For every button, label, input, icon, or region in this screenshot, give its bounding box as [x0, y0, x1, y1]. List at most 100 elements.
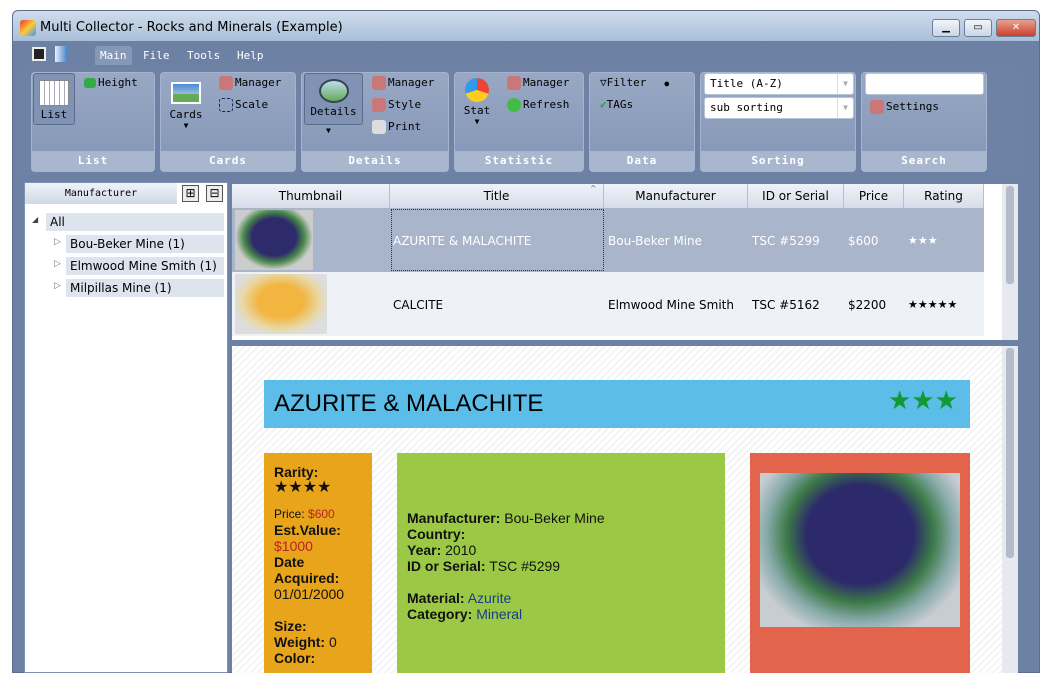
label: Cards — [169, 108, 203, 121]
group-label: Sorting — [701, 151, 855, 171]
scrollbar-thumb[interactable] — [1006, 186, 1014, 284]
sort-primary-select[interactable]: Title (A-Z) ▼ — [704, 73, 854, 95]
weight-value: 0 — [328, 634, 337, 650]
cards-button[interactable]: Cards ▼ — [166, 82, 206, 130]
category-link[interactable]: Mineral — [476, 606, 522, 622]
tree-item[interactable]: Bou-Beker Mine (1) — [66, 235, 224, 253]
magnifier-icon — [318, 79, 349, 103]
expand-arrow-icon[interactable]: ▷ — [54, 281, 61, 291]
scale-button[interactable]: Scale — [219, 98, 268, 112]
column-header-manufacturer[interactable]: Manufacturer — [604, 184, 748, 208]
detail-scrollbar[interactable] — [1002, 346, 1018, 673]
material-link[interactable]: Azurite — [468, 590, 512, 606]
menu-file[interactable]: File — [138, 46, 175, 65]
date-value: 01/01/2000 — [274, 586, 345, 602]
stat-button[interactable]: Stat ▼ — [460, 78, 494, 126]
filter-status-dot: ● — [664, 79, 670, 88]
check-icon: ✔ — [600, 98, 607, 111]
details-manager-button[interactable]: Manager — [372, 76, 434, 90]
close-button[interactable]: ✕ — [996, 19, 1036, 37]
label: Print — [388, 120, 422, 133]
search-settings-button[interactable]: Settings — [870, 100, 939, 114]
cell-rating: ★★★★★ — [908, 298, 958, 311]
print-button[interactable]: Print — [372, 120, 421, 134]
group-label: List — [32, 151, 154, 171]
group-label: Data — [590, 151, 694, 171]
style-button[interactable]: Style — [372, 98, 421, 112]
price-label: Price: — [274, 507, 305, 521]
cell-manufacturer: Elmwood Mine Smith — [608, 298, 734, 312]
label: Refresh — [523, 98, 570, 111]
manufacturer-value: Bou-Beker Mine — [504, 510, 605, 526]
column-header-rating[interactable]: Rating — [904, 184, 984, 208]
cell-title: CALCITE — [393, 298, 444, 312]
id-label: ID or Serial: — [407, 558, 486, 574]
expand-arrow-icon[interactable]: ▷ — [54, 237, 61, 247]
rarity-stars: ★★★★ — [274, 479, 332, 496]
country-label: Country: — [407, 526, 466, 542]
open-icon[interactable] — [55, 46, 67, 62]
cell-id: TSC #5299 — [752, 234, 820, 248]
save-icon[interactable] — [32, 47, 46, 61]
info-box: Manufacturer: Bou-Beker Mine Country: Ye… — [397, 453, 725, 673]
group-by-header[interactable]: Manufacturer — [25, 183, 177, 204]
chevron-down-icon: ▼ — [837, 98, 853, 118]
chevron-down-icon: ▼ — [837, 74, 853, 94]
collapse-all-button[interactable]: ⊟ — [206, 185, 223, 202]
column-header-price[interactable]: Price — [844, 184, 904, 208]
expand-all-button[interactable]: ⊞ — [182, 185, 199, 202]
height-button[interactable]: Height — [84, 76, 138, 89]
list-button[interactable]: List — [33, 73, 75, 125]
grid-icon — [39, 80, 69, 106]
cards-manager-button[interactable]: Manager — [219, 76, 281, 90]
group-label: Details — [302, 151, 448, 171]
id-value: TSC #5299 — [489, 558, 561, 574]
category-tree-panel — [24, 182, 228, 673]
refresh-button[interactable]: Refresh — [507, 98, 569, 112]
tree-item-all[interactable]: All — [46, 213, 224, 231]
details-button[interactable]: Details — [304, 73, 363, 125]
expand-arrow-icon[interactable]: ▷ — [54, 259, 61, 269]
group-label: Statistic — [455, 151, 583, 171]
group-label: Search — [862, 151, 986, 171]
color-label: Color: — [274, 650, 316, 666]
label: Manager — [235, 76, 282, 89]
gear-icon — [870, 100, 884, 114]
detail-title: AZURITE & MALACHITE — [274, 390, 544, 417]
value: Title (A-Z) — [710, 77, 783, 90]
cell-price: $2200 — [848, 298, 887, 312]
menu-help[interactable]: Help — [232, 46, 269, 65]
minimize-button[interactable]: ▁ — [932, 19, 960, 37]
label: Details — [310, 105, 357, 118]
column-header-id[interactable]: ID or Serial — [748, 184, 844, 208]
tree-item[interactable]: Milpillas Mine (1) — [66, 279, 224, 297]
label: Manager — [388, 76, 435, 89]
menu-tools[interactable]: Tools — [182, 46, 225, 65]
menu-main[interactable]: Main — [95, 46, 132, 65]
thumbnail-image — [235, 210, 313, 270]
maximize-button[interactable]: ▭ — [964, 19, 992, 37]
search-input[interactable] — [865, 73, 984, 95]
year-value: 2010 — [445, 542, 477, 558]
sort-secondary-select[interactable]: sub sorting ▼ — [704, 97, 854, 119]
filter-button[interactable]: ▽Filter ● — [600, 76, 669, 89]
thumbnail-image — [235, 274, 327, 334]
tags-button[interactable]: ✔TAGs — [600, 98, 633, 111]
details-dropdown[interactable]: ▼ — [326, 126, 331, 135]
gear-icon — [507, 76, 521, 90]
cell-id: TSC #5162 — [752, 298, 820, 312]
value: sub sorting — [710, 101, 783, 114]
collapse-arrow-icon[interactable]: ◢ — [32, 215, 38, 224]
date-label: Date Acquired: — [274, 554, 340, 586]
row-height-icon — [84, 78, 96, 88]
scrollbar-thumb[interactable] — [1006, 348, 1014, 558]
year-label: Year: — [407, 542, 442, 558]
column-header-thumbnail[interactable]: Thumbnail — [232, 184, 390, 208]
tree-item[interactable]: Elmwood Mine Smith (1) — [66, 257, 224, 275]
rarity-box: Rarity: ★★★★ Price: $600 Est.Value: $100… — [264, 453, 372, 673]
stat-manager-button[interactable]: Manager — [507, 76, 569, 90]
column-header-title[interactable]: Title — [390, 184, 604, 208]
label: Style — [388, 98, 422, 111]
grid-scrollbar[interactable] — [1002, 184, 1018, 340]
price-value: $600 — [308, 507, 335, 521]
